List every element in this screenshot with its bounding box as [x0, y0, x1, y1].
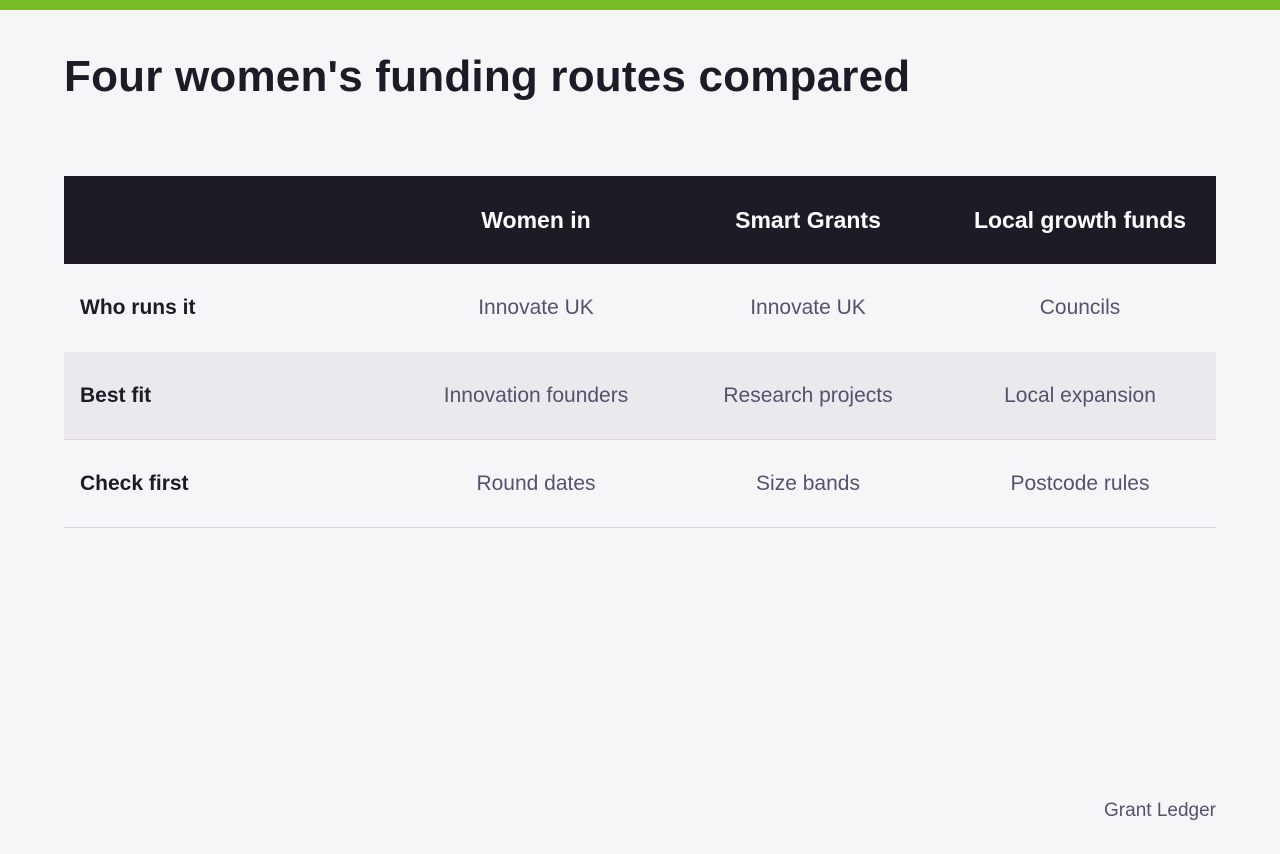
table-header-row: Women in Smart Grants Local growth funds [64, 176, 1216, 264]
table-cell: Postcode rules [1010, 471, 1150, 495]
header-cell-smart-grants: Smart Grants [735, 206, 881, 233]
table-row: Best fit Innovation founders Research pr… [64, 352, 1216, 440]
footer-brand: Grant Ledger [1104, 800, 1216, 821]
table-cell: Local expansion [1004, 383, 1156, 407]
table-cell: Innovate UK [750, 296, 866, 319]
table-cell: Research projects [723, 383, 893, 407]
table-cell: Round dates [476, 471, 596, 495]
header-cell-local-growth-funds: Local growth funds [973, 206, 1187, 233]
table-cell: Size bands [756, 471, 860, 495]
page-title: Four women's funding routes compared [64, 52, 911, 101]
header-cell-women-in: Women in [481, 206, 591, 233]
table-row: Check first Round dates Size bands Postc… [64, 440, 1216, 528]
row-label: Best fit [80, 383, 152, 407]
row-label: Who runs it [80, 296, 196, 319]
table-cell: Innovation founders [443, 383, 629, 407]
table-row: Who runs it Innovate UK Innovate UK Coun… [64, 264, 1216, 352]
table-cell: Innovate UK [478, 296, 594, 319]
accent-bar [0, 0, 1280, 10]
row-label: Check first [80, 471, 189, 495]
table-cell: Councils [1039, 296, 1121, 319]
comparison-table: Women in Smart Grants Local growth funds… [64, 176, 1216, 528]
